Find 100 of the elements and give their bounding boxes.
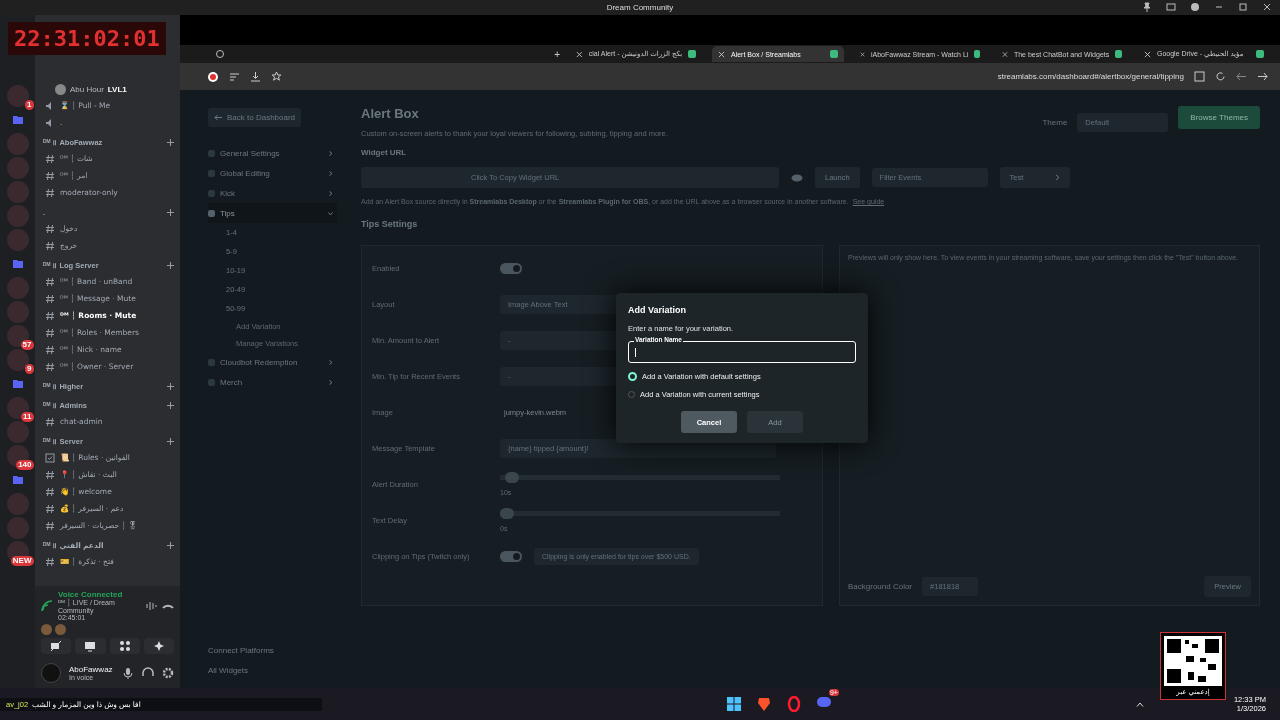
folder-icon[interactable] — [12, 116, 23, 124]
favicon-icon — [688, 50, 696, 58]
left-arrow-icon — [214, 114, 222, 121]
qr-code-drawing — [1164, 636, 1222, 686]
hash-icon — [45, 416, 55, 427]
nav-item[interactable]: Global Editing — [208, 163, 337, 183]
plus-icon[interactable] — [167, 138, 174, 146]
voice-status[interactable]: Voice Connected — [58, 590, 140, 599]
chevron-up-icon[interactable] — [1135, 701, 1144, 707]
hash-icon — [45, 310, 55, 321]
hash-icon — [45, 361, 55, 372]
close-icon[interactable] — [1144, 50, 1151, 58]
nav-item[interactable]: Tips — [208, 203, 337, 223]
windows-start-icon[interactable] — [725, 696, 742, 712]
folder-icon[interactable] — [12, 476, 23, 484]
record-icon[interactable] — [207, 70, 219, 83]
screen-share-button[interactable] — [75, 638, 106, 654]
toggle-switch[interactable] — [500, 262, 522, 274]
nav-item[interactable]: Kick — [208, 183, 337, 203]
favicon-icon — [974, 50, 980, 58]
nav-icon — [208, 209, 215, 217]
browse-themes-button[interactable]: Browse Themes — [1178, 106, 1260, 129]
nav-item[interactable]: General Settings — [208, 143, 337, 163]
grid-icon — [118, 640, 131, 652]
address-field[interactable]: streamlabs.com/dashboard#/alertbox/general/tipping — [997, 72, 1184, 81]
plus-icon[interactable] — [167, 261, 174, 269]
hash-icon — [45, 223, 55, 234]
page-title: Alert Box — [361, 106, 420, 121]
hash-icon — [45, 503, 55, 514]
hash-icon — [45, 556, 55, 567]
plus-icon[interactable] — [167, 382, 174, 390]
slider-track[interactable] — [500, 508, 780, 519]
soundboard-button[interactable] — [143, 638, 174, 654]
soundwave-icon[interactable] — [145, 599, 157, 612]
hash-icon — [45, 327, 55, 338]
plus-icon[interactable] — [167, 437, 174, 445]
close-icon[interactable] — [1002, 50, 1008, 58]
close-icon[interactable] — [576, 50, 583, 58]
toggle-switch[interactable] — [500, 550, 522, 562]
maximize-icon[interactable] — [1238, 2, 1248, 12]
camera-off-icon — [50, 640, 63, 652]
eye-icon[interactable] — [791, 173, 803, 182]
nav-link[interactable]: Connect Platforms — [208, 640, 337, 660]
notification-badge: 1 — [25, 100, 34, 110]
notification-badge: NEW — [10, 556, 34, 566]
checklist-icon — [45, 452, 55, 463]
folder-icon[interactable] — [12, 260, 23, 268]
notification-badge: 140 — [16, 460, 34, 470]
plus-icon[interactable] — [167, 208, 174, 216]
username: AboFawwaz — [69, 665, 114, 674]
screen-icon[interactable] — [1166, 2, 1176, 12]
hash-icon — [45, 469, 55, 480]
server-icon[interactable] — [6, 325, 29, 347]
forward-arrow-icon[interactable] — [1257, 71, 1268, 82]
nav-icon — [208, 378, 215, 386]
theme-label: Theme — [1042, 117, 1068, 127]
pin-icon[interactable] — [1142, 2, 1152, 12]
participant-avatar — [55, 624, 66, 635]
dialog-title: Add Variation — [628, 305, 687, 315]
notification-badge: 9 — [25, 364, 34, 374]
microphone-icon[interactable] — [122, 667, 134, 679]
settings-icon[interactable] — [162, 667, 174, 679]
hash-icon — [45, 276, 55, 287]
nav-icon — [208, 189, 215, 197]
activities-button[interactable] — [109, 638, 140, 654]
download-icon[interactable] — [250, 71, 261, 82]
favicon-icon — [830, 50, 838, 58]
nav-item[interactable]: Merch — [208, 372, 337, 392]
plus-icon[interactable] — [167, 401, 174, 409]
nav-icon — [208, 149, 215, 157]
monitor-icon — [84, 640, 97, 652]
ring-icon[interactable] — [785, 696, 802, 712]
slider-thumb[interactable] — [505, 472, 520, 483]
close-icon[interactable] — [718, 50, 725, 58]
user-avatar — [55, 83, 66, 95]
server-icon[interactable] — [6, 445, 29, 467]
stream-timer: 22:31:02:01 — [8, 22, 166, 55]
section-label: Widget URL — [361, 148, 408, 157]
nav-link[interactable]: All Widgets — [208, 660, 337, 680]
nav-icon — [208, 169, 215, 177]
plus-icon[interactable] — [167, 541, 174, 549]
favicon-icon — [1256, 50, 1264, 58]
hash-icon — [45, 520, 55, 531]
close-icon[interactable] — [1262, 2, 1272, 12]
new-tab-button[interactable]: + — [554, 48, 560, 60]
star-icon[interactable] — [271, 71, 282, 82]
slider-thumb[interactable] — [500, 508, 514, 519]
camera-button[interactable] — [41, 638, 72, 654]
background-color-label: Background Color — [848, 582, 913, 591]
chevron-icon — [1054, 174, 1060, 181]
headphones-icon[interactable] — [142, 667, 154, 679]
voice-user-name[interactable]: Abu Hour — [70, 84, 104, 94]
nav-icon — [208, 358, 215, 366]
list-icon[interactable] — [229, 71, 240, 82]
back-arrow-icon[interactable] — [1236, 71, 1247, 82]
close-icon[interactable] — [860, 50, 865, 58]
nav-item[interactable]: Cloudbot Redemption — [208, 352, 337, 372]
participant-avatar — [41, 624, 52, 635]
folder-icon[interactable] — [12, 380, 23, 388]
window-title: Dream Community — [606, 3, 674, 12]
